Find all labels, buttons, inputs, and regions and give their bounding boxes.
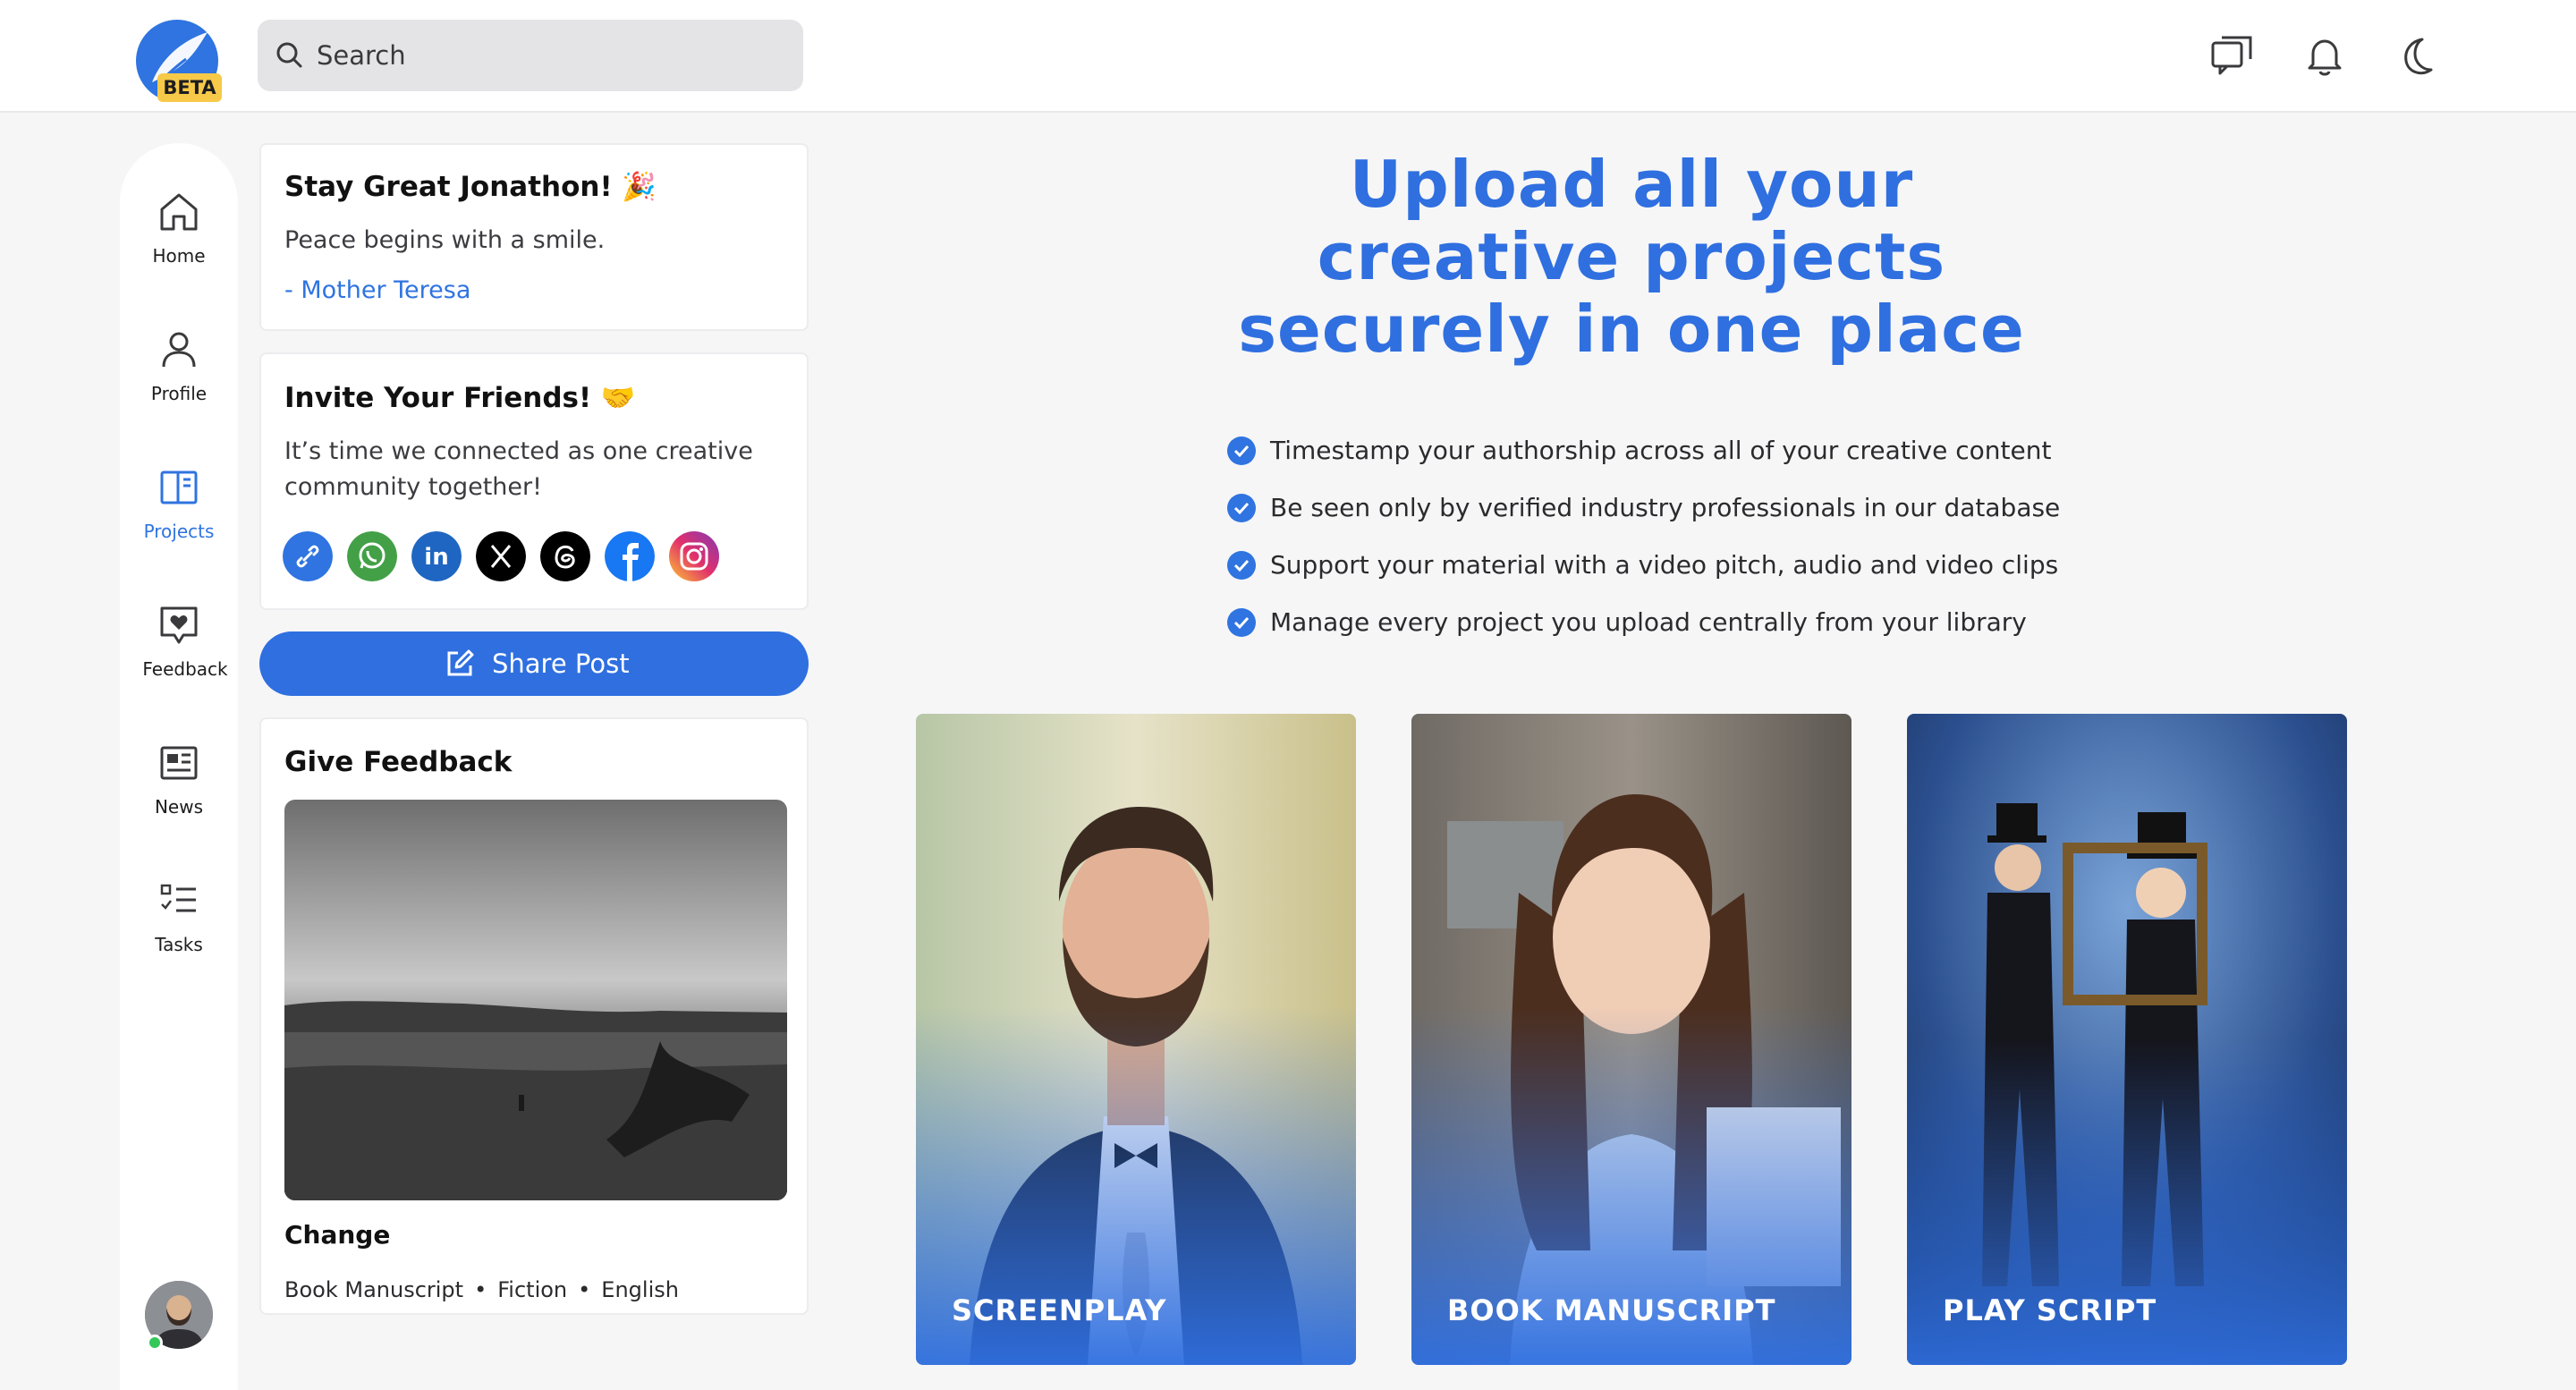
search-placeholder: Search [317,40,406,71]
invite-text-line1: It’s time we connected as one creative [284,437,753,465]
feedback-cover-image[interactable] [284,800,787,1200]
nav-label: Tasks [155,934,203,955]
tile-label: SCREENPLAY [952,1293,1167,1327]
x-icon[interactable] [476,531,526,581]
nav-label: News [154,796,204,818]
search-icon [276,42,302,68]
whatsapp-icon[interactable] [347,531,397,581]
side-navigation: Home Profile Projects Feedback News Task… [120,143,238,1390]
beta-badge: BETA [157,73,222,102]
feature-text: Manage every project you upload centrall… [1270,607,2027,637]
nav-item-projects[interactable]: Projects [120,465,238,572]
online-status-indicator [147,1335,163,1351]
nav-label: Home [152,245,206,267]
hero-title: Upload all your creative projects secure… [1145,148,2118,366]
bell-icon[interactable] [2302,34,2347,79]
search-input[interactable]: Search [258,20,803,91]
svg-text:in: in [424,544,448,571]
nav-item-home[interactable]: Home [120,190,238,297]
tasks-icon [160,884,196,912]
feedback-item-meta: Book Manuscript • Fiction • English [284,1277,679,1302]
quote-author: - Mother Teresa [284,276,471,304]
messages-icon[interactable] [2209,34,2254,79]
feature-text: Support your material with a video pitch… [1270,550,2059,580]
app-logo[interactable]: BETA [134,20,224,104]
hero-title-line2: creative projects [1317,219,1946,294]
tile-screenplay[interactable]: SCREENPLAY [916,714,1356,1365]
facebook-icon[interactable] [605,531,655,581]
edit-icon [447,649,474,676]
nav-label: Profile [150,383,208,404]
hero-title-line3: securely in one place [1238,292,2025,367]
tile-book-manuscript[interactable]: BOOK MANUSCRIPT [1411,714,1852,1365]
check-circle-icon [1227,436,1256,465]
give-feedback-card: Give Feedback Change Book Manuscript • Fic… [259,717,809,1315]
hero-title-line1: Upload all your [1349,147,1914,222]
meta-type: Book Manuscript [284,1277,464,1302]
linkedin-icon[interactable]: in [411,531,462,581]
nav-item-tasks[interactable]: Tasks [120,878,238,986]
tile-label: BOOK MANUSCRIPT [1447,1293,1776,1327]
quote-text: Peace begins with a smile. [284,226,606,254]
greeting-title: Stay Great Jonathon! 🎉 [284,171,657,203]
tile-play-script[interactable]: PLAY SCRIPT [1907,714,2347,1365]
book-manuscript-photo [1411,714,1852,1365]
threads-icon[interactable] [540,531,590,581]
nav-item-news[interactable]: News [120,741,238,848]
screenplay-photo [916,714,1356,1365]
link-icon[interactable] [283,531,333,581]
nav-label: Feedback [142,658,228,680]
nav-item-profile[interactable]: Profile [120,327,238,435]
invite-card: Invite Your Friends! 🤝 It’s time we conn… [259,352,809,610]
share-post-button[interactable]: Share Post [259,631,809,696]
user-icon [162,332,196,368]
feature-text: Be seen only by verified industry profes… [1270,493,2061,522]
invite-text-line2: community together! [284,473,542,501]
instagram-icon[interactable] [669,531,719,581]
tile-label: PLAY SCRIPT [1943,1293,2157,1327]
projects-icon [160,470,198,504]
greeting-card: Stay Great Jonathon! 🎉 Peace begins with… [259,143,809,331]
nav-label: Projects [143,521,215,542]
invite-title: Invite Your Friends! 🤝 [284,382,636,414]
moon-icon[interactable] [2395,34,2440,79]
play-script-photo [1907,714,2347,1365]
check-circle-icon [1227,494,1256,522]
check-circle-icon [1227,551,1256,580]
nav-item-feedback[interactable]: Feedback [120,603,238,710]
meta-genre: Fiction [497,1277,568,1302]
feedback-heart-icon [160,606,198,644]
news-icon [160,746,198,780]
home-icon [160,193,198,231]
feedback-item-title: Change [284,1220,391,1250]
check-circle-icon [1227,608,1256,637]
share-post-label: Share Post [492,648,630,679]
meta-language: English [601,1277,679,1302]
feature-text: Timestamp your authorship across all of … [1270,436,2052,465]
feedback-title: Give Feedback [284,746,513,778]
top-header: BETA Search [0,0,2576,113]
